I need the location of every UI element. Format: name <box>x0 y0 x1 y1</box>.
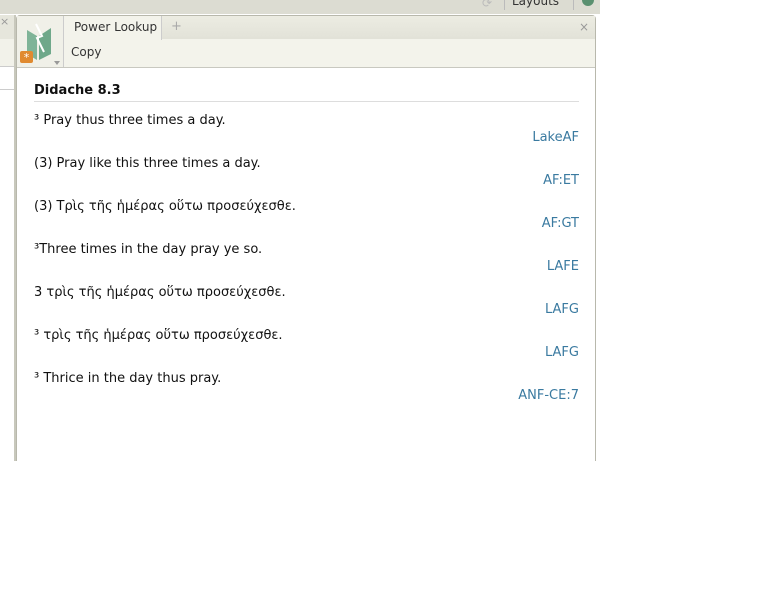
result-entry: ³ Pray thus three times a day. LakeAF <box>34 102 579 145</box>
source-link[interactable]: LakeAF <box>532 130 579 145</box>
layouts-button[interactable]: Layouts <box>512 0 559 8</box>
status-icon[interactable] <box>582 0 594 6</box>
left-panel: × <box>0 15 16 461</box>
result-entry: ³Three times in the day pray ye so. LAFE <box>34 231 579 274</box>
top-toolbar: ⟳ Layouts <box>0 0 600 14</box>
left-panel-search[interactable] <box>0 67 14 90</box>
result-entry: (3) Pray like this three times a day. AF:… <box>34 145 579 188</box>
result-text: (3) Pray like this three times a day. <box>34 156 261 171</box>
result-text: ³ Pray thus three times a day. <box>34 113 226 128</box>
result-entry: ³ Thrice in the day thus pray. ANF-CE:7 <box>34 360 579 403</box>
source-link[interactable]: AF:ET <box>543 173 579 188</box>
result-text: 3 τρὶς τῆς ἡμέρας οὕτω προσεύχεσθε. <box>34 285 286 300</box>
result-entry: ³ τρὶς τῆς ἡμέρας οὕτω προσεύχεσθε. LAFG <box>34 317 579 360</box>
power-lookup-icon: * <box>20 23 60 65</box>
result-text: ³ τρὶς τῆς ἡμέρας οὕτω προσεύχεσθε. <box>34 328 283 343</box>
source-link[interactable]: LAFG <box>545 345 579 360</box>
source-link[interactable]: ANF-CE:7 <box>518 388 579 403</box>
copy-button[interactable]: Copy <box>71 45 101 59</box>
result-text: (3) Τρὶς τῆς ἡμέρας οὕτω προσεύχεσθε. <box>34 199 296 214</box>
source-link[interactable]: AF:GT <box>542 216 579 231</box>
result-entry: 3 τρὶς τῆς ἡμέρας οὕτω προσεύχεσθε. LAFG <box>34 274 579 317</box>
tab-power-lookup[interactable]: Power Lookup <box>64 16 162 40</box>
panel-toolbar <box>17 39 595 68</box>
divider <box>504 0 505 10</box>
left-panel-close-icon[interactable]: × <box>0 15 14 39</box>
close-panel-button[interactable]: × <box>579 20 589 34</box>
result-entry: (3) Τρὶς τῆς ἡμέρας οὕτω προσεύχεσθε. AF:… <box>34 188 579 231</box>
refresh-icon[interactable]: ⟳ <box>482 0 492 10</box>
left-panel-toolbar <box>0 39 14 67</box>
reference-title: Didache 8.3 <box>34 82 579 102</box>
result-text: ³ Thrice in the day thus pray. <box>34 371 222 386</box>
power-lookup-panel: + × * Power Lookup Copy Didache 8.3 ³ Pr… <box>16 15 596 461</box>
chevron-down-icon <box>54 61 60 65</box>
panel-menu-button[interactable]: * <box>17 16 64 67</box>
source-link[interactable]: LAFE <box>547 259 579 274</box>
add-tab-button[interactable]: + <box>171 19 182 34</box>
lookup-results: Didache 8.3 ³ Pray thus three times a da… <box>34 82 579 403</box>
result-text: ³Three times in the day pray ye so. <box>34 242 263 257</box>
source-link[interactable]: LAFG <box>545 302 579 317</box>
svg-text:*: * <box>24 51 30 64</box>
divider <box>573 0 574 10</box>
